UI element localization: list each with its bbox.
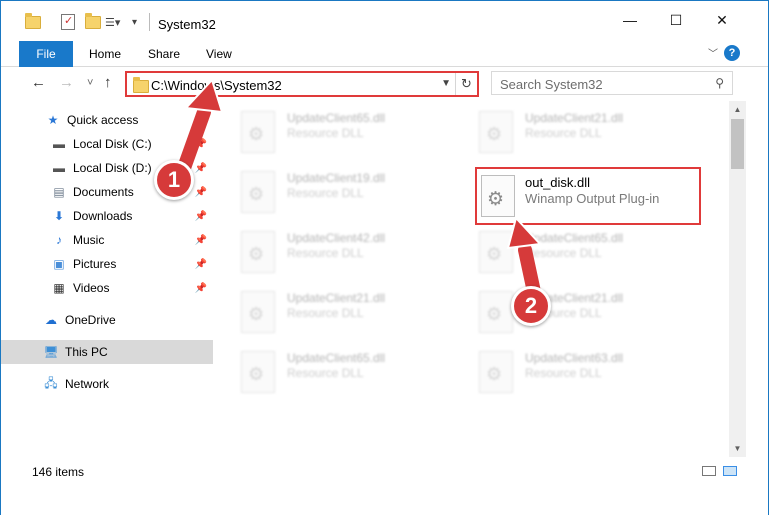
arrowhead-address-bar xyxy=(183,78,224,114)
annotation-arrows xyxy=(177,78,543,299)
step-badge-2: 2 xyxy=(511,286,551,326)
step-badge-1: 1 xyxy=(154,160,194,200)
arrowhead-file xyxy=(506,215,543,250)
arrow-to-address-bar xyxy=(177,105,211,175)
